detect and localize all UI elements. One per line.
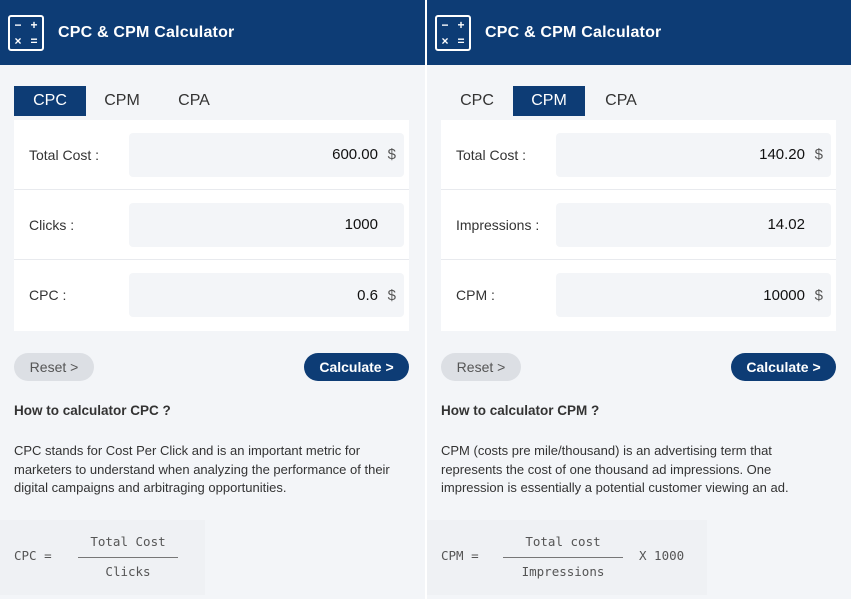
dollar-unit: $ [814,146,823,163]
form-row-total-cost: Total Cost : 140.20 $ [441,120,836,190]
tab-cpm[interactable]: CPM [86,86,158,116]
calculate-button[interactable]: Calculate > [731,353,836,381]
calculator-form: Total Cost : 600.00 $ Clicks : 1000 CPC … [14,120,409,331]
how-to-description: CPM (costs pre mile/thousand) is an adve… [441,443,789,495]
tab-cpa[interactable]: CPA [158,86,230,116]
tab-cpc[interactable]: CPC [441,86,513,116]
form-row-total-cost: Total Cost : 600.00 $ [14,120,409,190]
formula-lhs: CPC = [14,548,52,563]
form-row-clicks: Clicks : 1000 [14,190,409,260]
calculator-form: Total Cost : 140.20 $ Impressions : 14.0… [441,120,836,331]
clicks-value: 1000 [344,216,378,233]
fraction-bar [78,557,178,558]
cpc-calculator-panel: − + × = CPC & CPM Calculator CPC CPM CPA To… [0,0,425,599]
tab-cpm[interactable]: CPM [513,86,585,116]
formula-box: CPC = Total Cost Clicks [0,520,205,595]
calculate-button[interactable]: Calculate > [304,353,409,381]
app-title: CPC & CPM Calculator [58,23,235,41]
formula-lhs: CPM = [441,548,479,563]
tab-cpc[interactable]: CPC [14,86,86,116]
fraction-bar [503,557,623,558]
total-cost-value: 140.20 [759,146,805,163]
app-title: CPC & CPM Calculator [485,23,662,41]
formula-denominator: Clicks [105,564,151,579]
form-row-cpm: CPM : 10000 $ [441,260,836,330]
tab-bar: CPC CPM CPA [14,86,230,116]
header: − + × = CPC & CPM Calculator [0,0,425,65]
formula-numerator: Total Cost [90,534,166,549]
total-cost-label: Total Cost : [456,146,527,163]
formula-numerator: Total cost [525,534,601,549]
calculator-icon: − + × = [435,14,471,51]
total-cost-value: 600.00 [332,146,378,163]
total-cost-input[interactable]: 600.00 $ [129,132,404,177]
dollar-unit: $ [387,146,396,163]
cpm-input[interactable]: 10000 $ [556,273,831,317]
impressions-value: 14.02 [767,216,805,233]
impressions-label: Impressions : [456,216,540,233]
total-cost-label: Total Cost : [29,146,100,163]
calculator-icon: − + × = [8,14,44,51]
how-to-description: CPC stands for Cost Per Click and is an … [14,443,390,495]
cpm-label: CPM : [456,287,495,303]
clicks-label: Clicks : [29,216,75,233]
cpm-value: 10000 [763,286,805,304]
tab-cpa[interactable]: CPA [585,86,657,116]
formula-multiplier: X 1000 [639,548,685,563]
dollar-unit: $ [387,286,396,304]
cpc-input[interactable]: 0.6 $ [129,273,404,317]
cpc-value: 0.6 [357,286,378,304]
cpc-label: CPC : [29,287,67,303]
clicks-input[interactable]: 1000 [129,202,404,247]
how-to-title: How to calculator CPM ? [441,403,600,418]
cpm-calculator-panel: − + × = CPC & CPM Calculator CPC CPM CPA To… [427,0,851,599]
formula-box: CPM = Total cost Impressions X 1000 [427,520,707,595]
total-cost-input[interactable]: 140.20 $ [556,132,831,177]
reset-button[interactable]: Reset > [14,353,94,381]
form-row-cpc: CPC : 0.6 $ [14,260,409,330]
dollar-unit: $ [814,286,823,304]
tab-bar: CPC CPM CPA [441,86,657,116]
impressions-input[interactable]: 14.02 [556,202,831,247]
formula-denominator: Impressions [521,564,605,579]
how-to-title: How to calculator CPC ? [14,403,171,418]
form-row-impressions: Impressions : 14.02 [441,190,836,260]
header: − + × = CPC & CPM Calculator [427,0,851,65]
reset-button[interactable]: Reset > [441,353,521,381]
